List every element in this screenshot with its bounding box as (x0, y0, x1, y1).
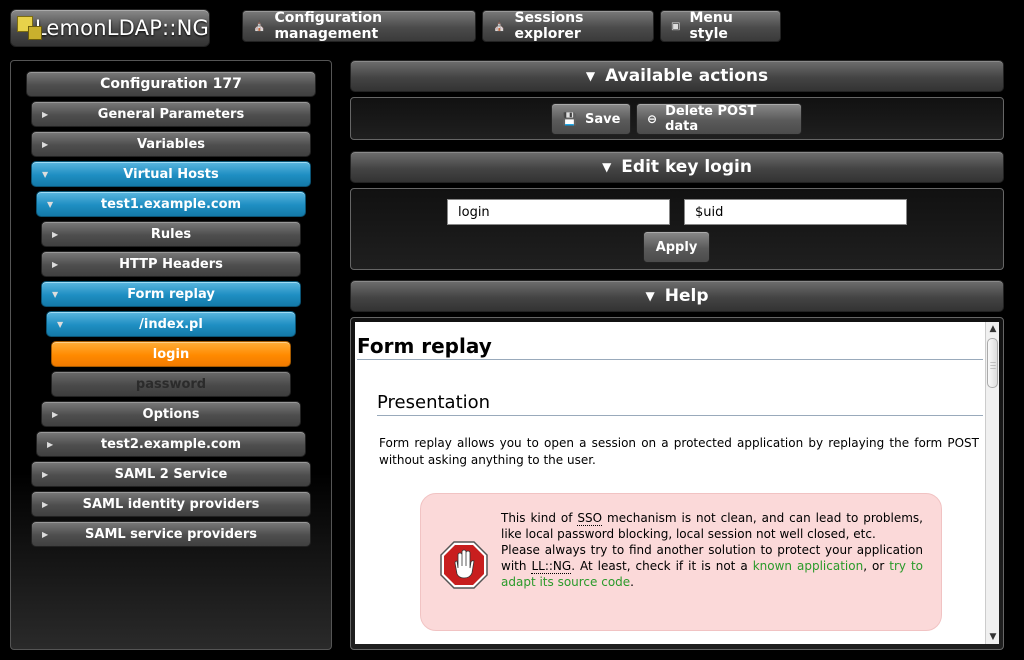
help-title: Help (664, 286, 709, 306)
logo-text: LemonLDAP::NG (34, 16, 209, 40)
edit-key-title: Edit key login (621, 157, 752, 177)
tree-item-label: Variables (136, 136, 206, 152)
tree-item-variables[interactable]: ▶ Variables (31, 131, 311, 157)
chevron-right-icon: ▶ (52, 409, 59, 419)
tree-item-http-headers[interactable]: ▶ HTTP Headers (41, 251, 301, 277)
tree-item-label: Form replay (127, 286, 215, 302)
help-document: Form replay Presentation Form replay all… (355, 322, 999, 644)
warning-text-part: . At least, check if it is not a (571, 559, 753, 573)
chevron-right-icon: ▶ (52, 259, 59, 269)
save-button[interactable]: 💾 Save (551, 103, 631, 135)
tree-item-label: SAML service providers (85, 526, 257, 542)
tree-item-saml-idp[interactable]: ▶ SAML identity providers (31, 491, 311, 517)
tree-item-label: Rules (150, 226, 192, 242)
apply-button[interactable]: Apply (643, 231, 710, 263)
triangle-down-icon: ▼ (585, 69, 596, 83)
tree-item-form-replay[interactable]: ▼ Form replay (41, 281, 301, 307)
key-name-input[interactable] (447, 199, 670, 225)
chevron-down-icon: ▼ (47, 199, 54, 209)
config-management-button[interactable]: ⛪ Configuration management (242, 10, 476, 42)
tree-item-label: test2.example.com (100, 436, 242, 452)
chevron-right-icon: ▶ (42, 139, 49, 149)
tree-config-header-label: Configuration 177 (100, 76, 242, 92)
menu-style-button[interactable]: ▣ Menu style (660, 10, 781, 42)
subheading-divider (377, 415, 983, 416)
known-application-link[interactable]: known application (753, 559, 864, 573)
grip-icon: — — — (990, 359, 996, 372)
chevron-right-icon: ▶ (42, 529, 49, 539)
home-icon: ⛪ (253, 20, 266, 32)
tree-item-rules[interactable]: ▶ Rules (41, 221, 301, 247)
tree-item-login[interactable]: login (51, 341, 291, 367)
image-icon: ▣ (671, 20, 681, 32)
key-value-input[interactable] (684, 199, 907, 225)
warning-text-part: . (630, 575, 634, 589)
triangle-down-icon: ▼ (645, 289, 655, 303)
scroll-thumb[interactable]: — — — (987, 338, 998, 388)
tree-item-label: Options (142, 406, 200, 422)
tree-item-test2-example-com[interactable]: ▶ test2.example.com (36, 431, 306, 457)
help-scrollbar[interactable]: ▲ — — — ▼ (985, 322, 999, 644)
save-label: Save (584, 111, 621, 127)
tree-item-test1-example-com[interactable]: ▼ test1.example.com (36, 191, 306, 217)
tree-item-saml-sp[interactable]: ▶ SAML service providers (31, 521, 311, 547)
home-icon: ⛪ (493, 20, 506, 32)
llng-abbreviation: LL::NG (531, 559, 572, 574)
sessions-explorer-label: Sessions explorer (514, 10, 584, 42)
chevron-down-icon: ▼ (42, 169, 49, 179)
tree-item-label: General Parameters (97, 106, 245, 122)
edit-key-header[interactable]: ▼ Edit key login (350, 151, 1004, 183)
warning-text: This kind of SSO mechanism is not clean,… (501, 510, 923, 590)
help-paragraph: Form replay allows you to open a session… (379, 436, 979, 467)
tree-item-label: login (152, 346, 190, 362)
tree-item-options[interactable]: ▶ Options (41, 401, 301, 427)
tree-config-header[interactable]: Configuration 177 (26, 71, 316, 97)
tree-item-label: SAML 2 Service (114, 466, 228, 482)
tree-item-password[interactable]: password (51, 371, 291, 397)
tree-item-label: Virtual Hosts (123, 166, 219, 182)
tree-item-label: password (135, 376, 207, 392)
stop-hand-icon (440, 541, 488, 589)
tree-item-label: /index.pl (139, 316, 203, 332)
tree-item-label: HTTP Headers (119, 256, 223, 272)
tree-item-index-pl[interactable]: ▼ /index.pl (46, 311, 296, 337)
app-logo: LemonLDAP::NG (10, 9, 210, 47)
floppy-disk-icon: 💾 (562, 112, 577, 126)
chevron-right-icon: ▶ (42, 499, 49, 509)
heading-divider (357, 359, 983, 360)
warning-text-part: This kind of (501, 511, 578, 525)
scroll-up-arrow-icon[interactable]: ▲ (986, 322, 999, 336)
menu-style-label: Menu style (689, 10, 733, 42)
config-management-label: Configuration management (274, 10, 383, 42)
chevron-down-icon: ▼ (52, 289, 59, 299)
help-subheading: Presentation (377, 392, 491, 413)
triangle-down-icon: ▼ (602, 160, 612, 174)
chevron-down-icon: ▼ (57, 319, 64, 329)
help-header[interactable]: ▼ Help (350, 280, 1004, 312)
delete-post-data-label: Delete POST data (665, 104, 757, 134)
tree-item-label: SAML identity providers (82, 496, 260, 512)
apply-label: Apply (655, 239, 698, 255)
warning-text-part: , or (863, 559, 890, 573)
sessions-explorer-button[interactable]: ⛪ Sessions explorer (482, 10, 654, 42)
tree-item-label: test1.example.com (100, 196, 242, 212)
available-actions-header[interactable]: ▼ Available actions (350, 60, 1004, 92)
minus-circle-icon: ⊖ (647, 112, 658, 126)
tree-item-virtual-hosts[interactable]: ▼ Virtual Hosts (31, 161, 311, 187)
scroll-down-arrow-icon[interactable]: ▼ (986, 630, 999, 644)
chevron-right-icon: ▶ (42, 109, 49, 119)
tree-item-saml2-service[interactable]: ▶ SAML 2 Service (31, 461, 311, 487)
chevron-right-icon: ▶ (47, 439, 54, 449)
help-heading: Form replay (357, 334, 492, 358)
sso-abbreviation: SSO (577, 511, 603, 526)
available-actions-title: Available actions (605, 66, 769, 86)
logo-icon (17, 14, 42, 42)
delete-post-data-button[interactable]: ⊖ Delete POST data (636, 103, 802, 135)
chevron-right-icon: ▶ (42, 469, 49, 479)
warning-box: This kind of SSO mechanism is not clean,… (420, 493, 942, 631)
tree-item-general-parameters[interactable]: ▶ General Parameters (31, 101, 311, 127)
chevron-right-icon: ▶ (52, 229, 59, 239)
